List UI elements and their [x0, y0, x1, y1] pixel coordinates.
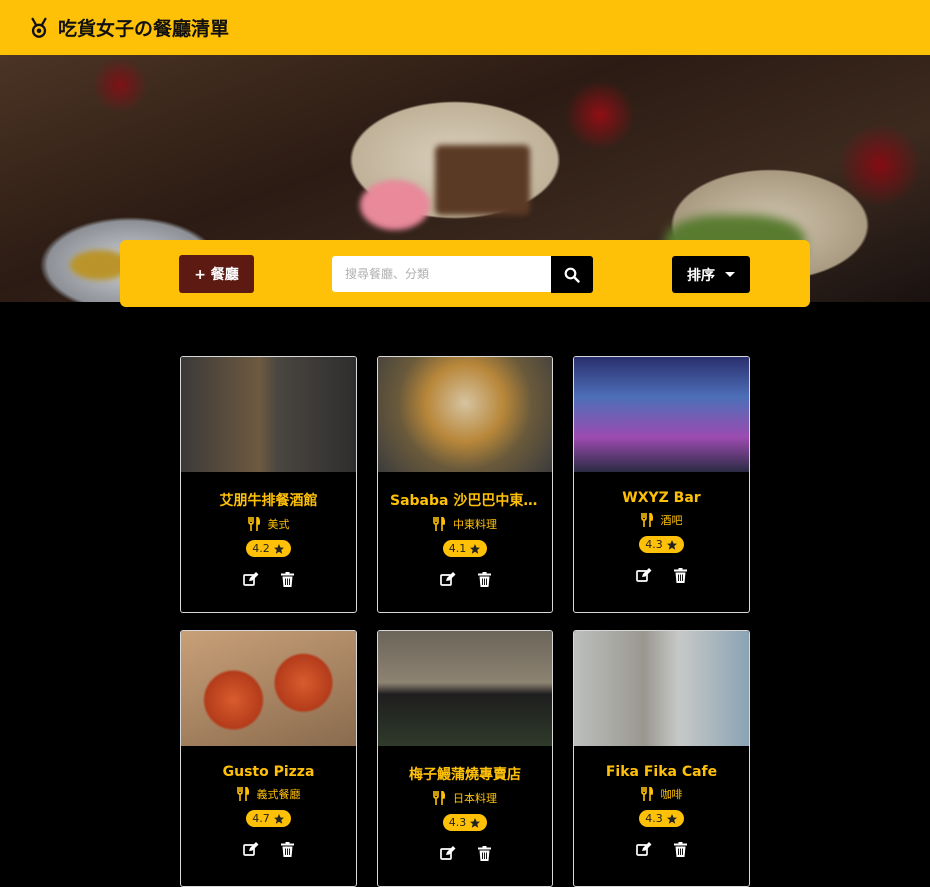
restaurant-category: 義式餐廳 — [236, 786, 301, 802]
navbar: 吃貨女子の餐廳清單 — [0, 0, 930, 55]
restaurant-category: 咖啡 — [640, 786, 683, 802]
restaurant-card[interactable]: Gusto Pizza 義式餐廳 4.7 — [180, 630, 357, 887]
utensils-icon — [236, 787, 249, 801]
search-toolbar: + 餐廳 排序 — [120, 240, 810, 307]
utensils-icon — [247, 517, 260, 531]
restaurant-photo — [181, 357, 356, 472]
search-icon — [564, 267, 580, 283]
edit-button[interactable] — [243, 572, 259, 587]
delete-button[interactable] — [281, 842, 294, 857]
trash-icon — [477, 572, 491, 587]
restaurant-name: WXYZ Bar — [622, 490, 701, 506]
trash-icon — [477, 846, 491, 861]
edit-button[interactable] — [439, 846, 456, 861]
edit-button[interactable] — [243, 842, 259, 857]
search-button[interactable] — [551, 256, 593, 293]
star-icon — [470, 817, 481, 828]
edit-icon — [636, 842, 652, 856]
edit-icon — [636, 568, 652, 582]
add-restaurant-button[interactable]: + 餐廳 — [179, 255, 254, 293]
edit-icon — [243, 842, 259, 856]
restaurant-card[interactable]: 梅子鰻蒲燒專賣店 日本料理 4.3 — [377, 630, 553, 887]
trash-icon — [281, 842, 294, 857]
edit-icon — [439, 846, 455, 860]
delete-button[interactable] — [477, 846, 491, 861]
restaurant-card[interactable]: Sababa 沙巴巴中東美食 中東料理 4.1 — [377, 356, 553, 613]
medal-icon — [31, 17, 47, 38]
rating-badge: 4.3 — [639, 810, 684, 827]
restaurant-name: 艾朋牛排餐酒館 — [219, 493, 318, 509]
star-icon — [273, 813, 284, 824]
card-actions — [243, 572, 294, 587]
restaurant-category: 日本料理 — [433, 790, 497, 806]
trash-icon — [281, 572, 294, 587]
brand-title: 吃貨女子の餐廳清單 — [58, 18, 230, 40]
restaurant-name: Gusto Pizza — [222, 764, 315, 780]
restaurant-category: 中東料理 — [433, 516, 497, 532]
rating-badge: 4.2 — [246, 540, 291, 557]
restaurant-card[interactable]: WXYZ Bar 酒吧 4.3 — [573, 356, 750, 613]
rating-badge: 4.7 — [246, 810, 291, 827]
card-actions — [243, 842, 294, 857]
edit-icon — [439, 572, 455, 586]
restaurant-card[interactable]: Fika Fika Cafe 咖啡 4.3 — [573, 630, 750, 887]
trash-icon — [674, 568, 687, 583]
delete-button[interactable] — [674, 568, 687, 583]
trash-icon — [674, 842, 687, 857]
caret-down-icon — [725, 272, 735, 277]
star-icon — [666, 813, 677, 824]
utensils-icon — [640, 787, 653, 801]
rating-badge: 4.3 — [442, 814, 488, 831]
edit-button[interactable] — [439, 572, 456, 587]
restaurant-category: 美式 — [247, 516, 290, 532]
brand[interactable]: 吃貨女子の餐廳清單 — [28, 14, 229, 41]
card-actions — [439, 846, 491, 861]
restaurant-name: Fika Fika Cafe — [605, 764, 718, 780]
restaurant-photo — [378, 357, 552, 472]
search-input[interactable] — [332, 256, 552, 292]
restaurant-photo — [181, 631, 356, 746]
star-icon — [273, 543, 284, 554]
star-icon — [470, 543, 481, 554]
restaurant-photo — [574, 357, 749, 472]
card-actions — [439, 572, 491, 587]
restaurant-card[interactable]: 艾朋牛排餐酒館 美式 4.2 — [180, 356, 357, 613]
delete-button[interactable] — [477, 572, 491, 587]
card-actions — [636, 568, 687, 583]
star-icon — [666, 539, 677, 550]
card-actions — [636, 842, 687, 857]
edit-button[interactable] — [636, 568, 652, 583]
utensils-icon — [640, 513, 653, 527]
restaurant-photo — [378, 631, 552, 746]
restaurant-grid: 艾朋牛排餐酒館 美式 4.2 Sababa 沙巴巴中東美食 中東料理 4.1 W… — [180, 356, 750, 887]
utensils-icon — [433, 517, 445, 531]
edit-icon — [243, 572, 259, 586]
utensils-icon — [433, 791, 445, 805]
restaurant-name: 梅子鰻蒲燒專賣店 — [409, 767, 521, 783]
rating-badge: 4.1 — [442, 540, 488, 557]
edit-button[interactable] — [636, 842, 652, 857]
delete-button[interactable] — [281, 572, 294, 587]
restaurant-category: 酒吧 — [640, 512, 683, 528]
restaurant-photo — [574, 631, 749, 746]
sort-dropdown-button[interactable]: 排序 — [672, 256, 750, 293]
rating-badge: 4.3 — [639, 536, 684, 553]
delete-button[interactable] — [674, 842, 687, 857]
restaurant-name: Sababa 沙巴巴中東美食 — [390, 493, 540, 509]
